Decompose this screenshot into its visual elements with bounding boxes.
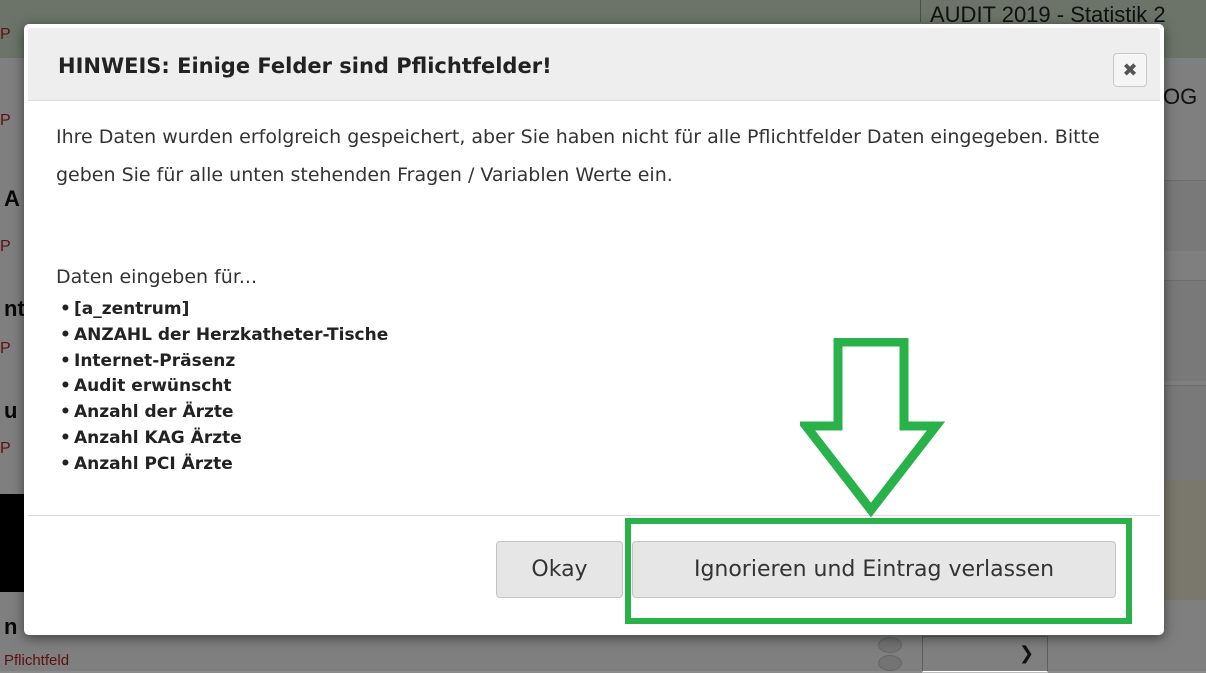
down-arrow-icon [800,338,945,518]
list-item: • Anzahl KAG Ärzte [60,427,242,448]
field-name: [a_zentrum] [74,299,190,319]
dialog-title: HINWEIS: Einige Felder sind Pflichtfelde… [58,54,552,78]
list-item: • ANZAHL der Herzkatheter-Tische [60,324,389,345]
field-name: Audit erwünscht [74,376,232,397]
list-item: • Anzahl der Ärzte [60,402,234,423]
close-button[interactable]: ✖ [1113,53,1147,87]
field-name: Anzahl KAG Ärzte [74,427,242,448]
dialog-subheading: Daten eingeben für... [56,266,258,288]
list-item: • Internet-Präsenz [60,350,236,371]
field-name: ANZAHL der Herzkatheter-Tische [74,324,389,345]
dialog-message: Ihre Daten wurden erfolgreich gespeicher… [56,126,1100,186]
field-name: Internet-Präsenz [74,350,236,371]
okay-button[interactable]: Okay [496,541,623,598]
close-icon: ✖ [1122,59,1138,81]
field-name: Anzahl PCI Ärzte [74,453,233,474]
list-item: • Anzahl PCI Ärzte [60,453,233,474]
missing-fields-list: • [a_zentrum] • ANZAHL der Herzkatheter-Ti… [60,297,388,478]
annotation-highlight-box [625,518,1132,624]
dialog-header: HINWEIS: Einige Felder sind Pflichtfelde… [28,28,1160,101]
list-item: • Audit erwünscht [60,376,232,397]
field-name: Anzahl der Ärzte [74,402,234,423]
list-item: • [a_zentrum] [60,299,190,319]
dialog-footer-divider [28,515,1160,516]
